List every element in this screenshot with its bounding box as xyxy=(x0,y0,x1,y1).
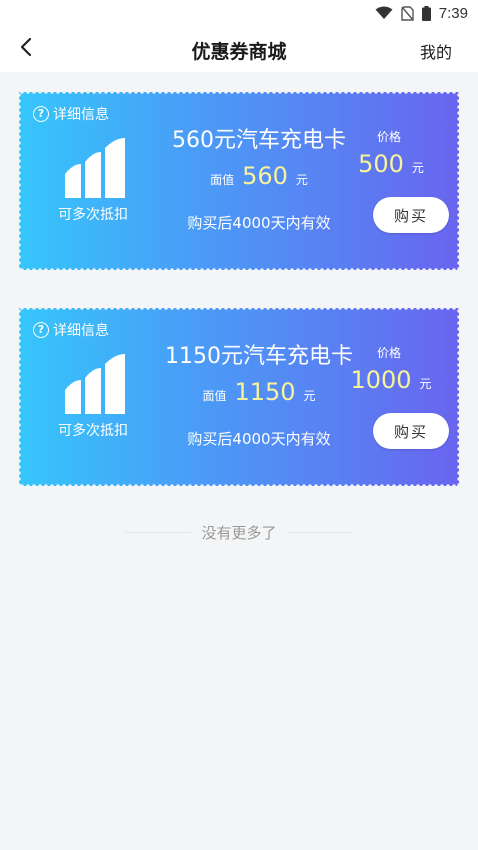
face-value: 1150 xyxy=(234,378,296,406)
validity-text: 购买后4000天内有效 xyxy=(187,214,331,232)
divider-left xyxy=(125,531,192,533)
no-more-text: 没有更多了 xyxy=(201,523,277,542)
question-circle-icon: ? xyxy=(33,106,49,122)
status-bar: 7:39 xyxy=(0,0,478,26)
price-row: 500 元 xyxy=(331,150,451,178)
nav-bar: 优惠券商城 我的 xyxy=(0,26,478,72)
detail-label: 详细信息 xyxy=(53,323,109,339)
question-circle-icon: ? xyxy=(33,322,49,338)
detail-label: 详细信息 xyxy=(53,107,109,123)
no-sim-icon xyxy=(401,5,414,21)
detail-link[interactable]: ? 详细信息 xyxy=(33,320,109,340)
battery-icon xyxy=(421,5,431,21)
wifi-icon xyxy=(375,6,393,20)
mine-link[interactable]: 我的 xyxy=(420,39,452,63)
perforation-left xyxy=(19,308,21,486)
price-unit: 元 xyxy=(411,161,424,175)
divider-right xyxy=(286,531,353,533)
perforation-left xyxy=(19,92,21,270)
face-unit: 元 xyxy=(295,173,308,187)
no-more-indicator: 没有更多了 xyxy=(0,520,478,544)
price-unit: 元 xyxy=(419,377,432,391)
status-icons: 7:39 xyxy=(375,3,468,23)
price-label: 价格 xyxy=(376,346,401,360)
status-time: 7:39 xyxy=(438,4,468,22)
multi-use-label: 可多次抵扣 xyxy=(58,423,128,439)
perforation-right xyxy=(457,92,459,270)
face-label: 面值 xyxy=(202,389,227,403)
price-value: 1000 xyxy=(350,366,412,394)
face-value: 560 xyxy=(242,162,288,190)
coupon-card: ? 详细信息 可多次抵扣 560元汽车充电卡 面值 560 元 购买后4000天… xyxy=(19,92,459,270)
buy-button[interactable]: 购买 xyxy=(373,413,449,449)
buy-button[interactable]: 购买 xyxy=(373,197,449,233)
perforation-right xyxy=(457,308,459,486)
detail-link[interactable]: ? 详细信息 xyxy=(33,104,109,124)
face-unit: 元 xyxy=(303,389,316,403)
face-label: 面值 xyxy=(210,173,235,187)
validity-text: 购买后4000天内有效 xyxy=(187,430,331,448)
price-value: 500 xyxy=(358,150,404,178)
price-row: 1000 元 xyxy=(331,366,451,394)
multi-use-label: 可多次抵扣 xyxy=(58,207,128,223)
coupon-card: ? 详细信息 可多次抵扣 1150元汽车充电卡 面值 1150 元 购买后400… xyxy=(19,308,459,486)
page-title: 优惠券商城 xyxy=(191,41,287,63)
price-label: 价格 xyxy=(376,130,401,144)
bars-icon xyxy=(63,138,127,204)
bars-icon xyxy=(63,354,127,420)
